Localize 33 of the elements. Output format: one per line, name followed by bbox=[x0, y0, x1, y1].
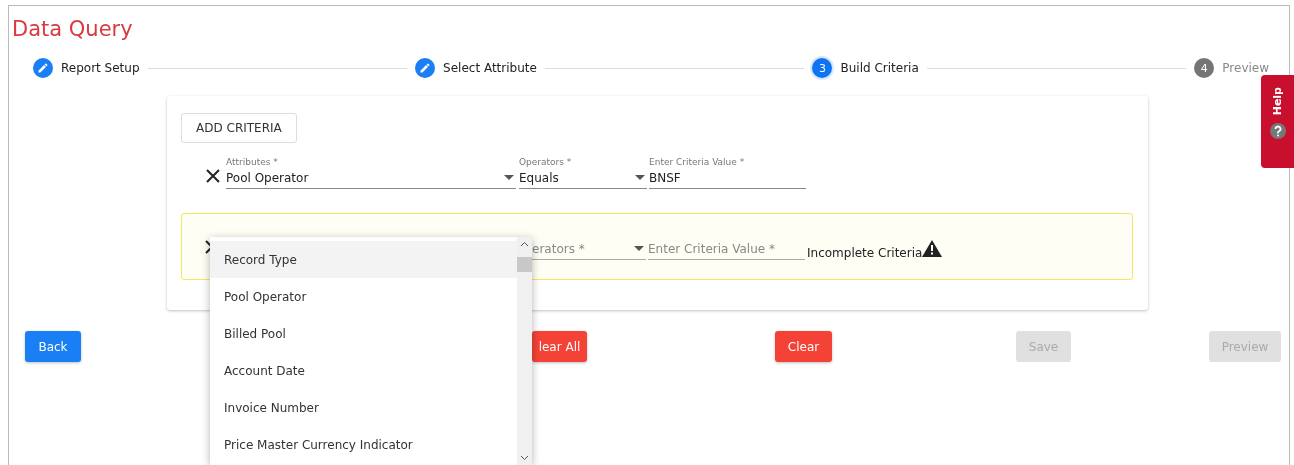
dropdown-option[interactable]: Pool Operator bbox=[210, 278, 517, 315]
scrollbar-thumb[interactable] bbox=[517, 257, 532, 272]
warning-icon bbox=[922, 240, 943, 257]
step-label: Build Criteria bbox=[840, 61, 919, 75]
warning-text: Incomplete Criteria bbox=[807, 245, 923, 260]
step-label: Select Attribute bbox=[443, 61, 537, 75]
operator-select[interactable]: Operators * Equals bbox=[519, 153, 647, 189]
dropdown-option[interactable]: Price Master Currency Indicator bbox=[210, 426, 517, 463]
action-button[interactable]: lear All bbox=[532, 331, 587, 362]
action-button[interactable]: Clear bbox=[775, 331, 832, 362]
criteria-value-field[interactable]: Enter Criteria Value * bbox=[648, 233, 805, 260]
step-number: 3 bbox=[812, 58, 833, 78]
dropdown-option[interactable]: Record Type bbox=[210, 241, 517, 278]
caret-icon bbox=[635, 175, 645, 180]
question-icon bbox=[1269, 123, 1286, 140]
scroll-down-icon[interactable] bbox=[520, 455, 529, 461]
step-label: Report Setup bbox=[61, 61, 140, 75]
dropdown-option[interactable]: Billed Pool bbox=[210, 315, 517, 352]
step-label: Preview bbox=[1222, 61, 1269, 75]
attribute-select[interactable]: Attributes * Pool Operator bbox=[226, 153, 516, 189]
add-criteria-button[interactable]: ADD CRITERIA bbox=[181, 113, 297, 143]
page-title: Data Query bbox=[12, 16, 134, 42]
caret-icon bbox=[504, 175, 514, 180]
criteria-value-field[interactable]: Enter Criteria Value * BNSF bbox=[649, 153, 806, 189]
dropdown-option[interactable]: Invoice Number bbox=[210, 389, 517, 426]
help-tab[interactable]: Help bbox=[1261, 75, 1294, 168]
caret-icon bbox=[634, 245, 644, 251]
step-number: 4 bbox=[1194, 58, 1215, 78]
scrollbar[interactable] bbox=[517, 237, 532, 465]
action-button[interactable]: Back bbox=[25, 331, 81, 362]
dropdown-option[interactable]: Account Date bbox=[210, 352, 517, 389]
scroll-up-icon[interactable] bbox=[520, 241, 529, 247]
close-icon[interactable] bbox=[206, 169, 220, 183]
